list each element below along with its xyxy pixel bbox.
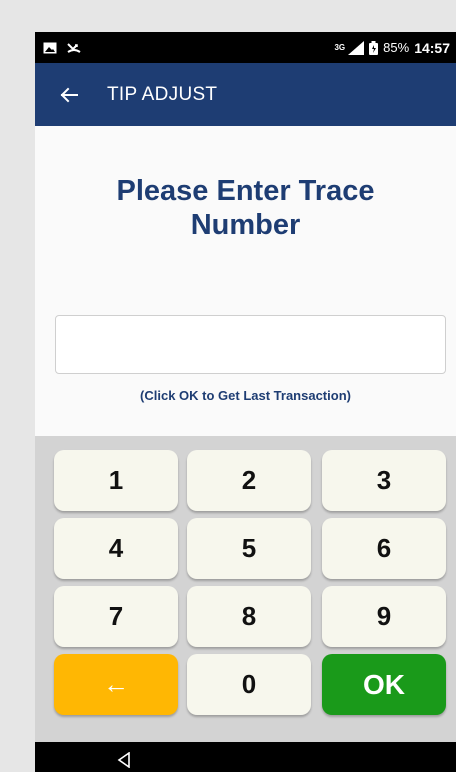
signal-icon [348,40,365,55]
ok-button[interactable]: OK [322,654,446,715]
device-screen: 3G 85% 14:57 TIP ADJUST Please Enter Tra… [35,32,456,772]
key-7[interactable]: 7 [54,586,178,647]
key-6[interactable]: 6 [322,518,446,579]
numeric-keypad: 1 2 3 4 5 6 7 8 9 ← 0 OK [35,436,456,742]
trace-number-input[interactable] [55,315,446,374]
status-right: 3G 85% 14:57 [334,40,450,56]
battery-icon [369,40,379,55]
battery-percent: 85% [383,40,410,55]
main-content: Please Enter Trace Number (Click OK to G… [35,126,456,436]
network-label: 3G [334,43,346,52]
key-2[interactable]: 2 [187,450,311,511]
arrow-left-icon[interactable] [57,83,81,107]
key-5[interactable]: 5 [187,518,311,579]
key-8[interactable]: 8 [187,586,311,647]
status-bar: 3G 85% 14:57 [35,32,456,63]
missed-call-icon [67,42,81,54]
prompt-heading: Please Enter Trace Number [116,175,375,241]
triangle-back-icon[interactable] [117,751,131,772]
page-title: TIP ADJUST [107,83,218,105]
app-bar: TIP ADJUST [35,63,456,126]
system-nav-bar [35,742,456,772]
key-3[interactable]: 3 [322,450,446,511]
key-9[interactable]: 9 [322,586,446,647]
key-4[interactable]: 4 [54,518,178,579]
key-1[interactable]: 1 [54,450,178,511]
clock-time: 14:57 [414,39,450,56]
key-0[interactable]: 0 [187,654,311,715]
backspace-button[interactable]: ← [54,654,178,715]
status-left [43,42,81,54]
image-notification-icon [43,42,57,54]
hint-text: (Click OK to Get Last Transaction) [140,388,351,403]
